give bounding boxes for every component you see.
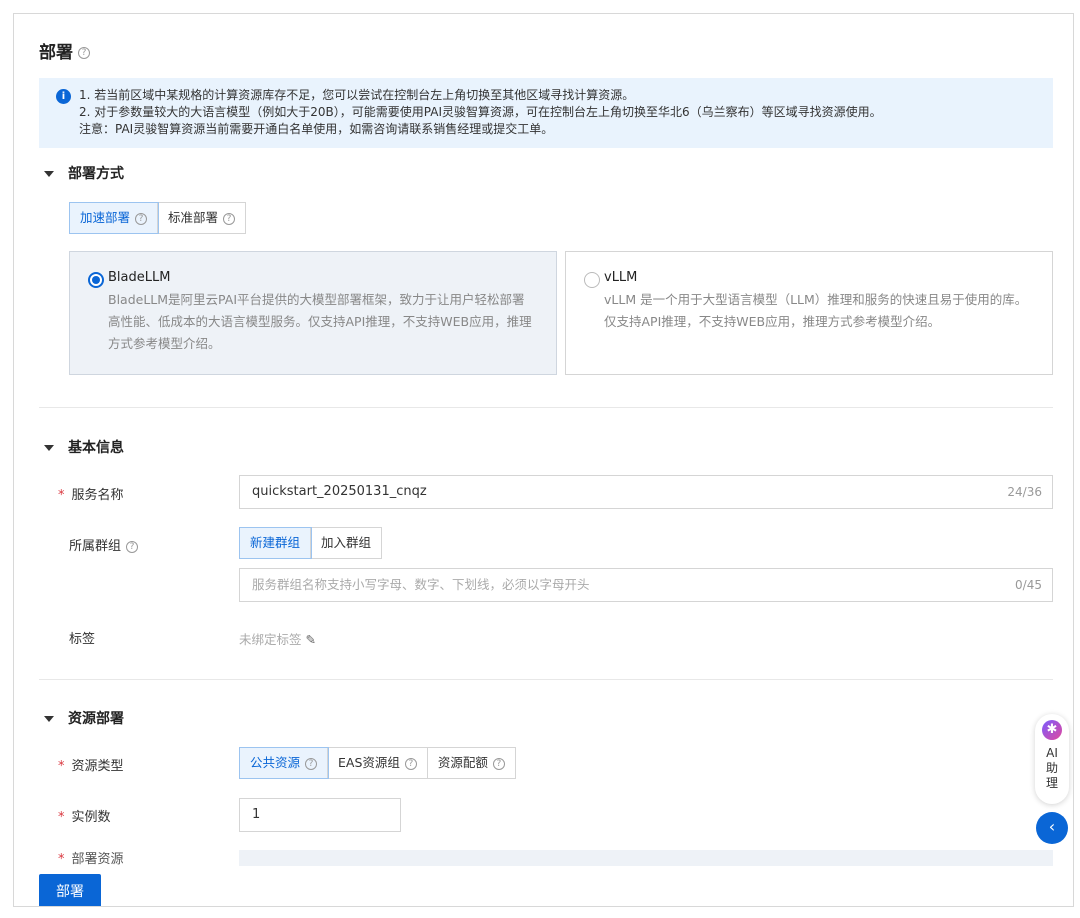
edit-icon[interactable]: ✎	[306, 632, 316, 647]
alert-line: 注意：PAI灵骏智算资源当前需要开通白名单使用，如需咨询请联系销售经理或提交工单…	[79, 122, 554, 136]
tab-label: 资源配额	[437, 755, 488, 770]
tab-join-group[interactable]: 加入群组	[311, 528, 381, 558]
help-icon[interactable]: ?	[305, 757, 318, 770]
tag-label: 标签	[69, 632, 96, 647]
service-name-input[interactable]: quickstart_20250131_cnqz 24/36	[239, 475, 1053, 509]
instances-input[interactable]: 1	[239, 798, 401, 832]
ai-label: AI	[1046, 746, 1058, 760]
deploy-method-tabs: 加速部署? 标准部署?	[68, 202, 247, 234]
tab-accelerated-deploy[interactable]: 加速部署?	[68, 202, 160, 234]
group-name-input[interactable]: 服务群组名称支持小写字母、数字、下划线，必须以字母开头 0/45	[239, 568, 1053, 602]
section-basic-info[interactable]: 基本信息	[44, 437, 124, 457]
tab-resource-quota[interactable]: 资源配额?	[428, 748, 515, 778]
section-resource[interactable]: 资源部署	[44, 708, 124, 728]
tag-text: 未绑定标签	[239, 632, 302, 647]
option-vllm[interactable]: vLLM vLLM 是一个用于大型语言模型（LLM）推理和服务的快速且易于使用的…	[565, 251, 1053, 375]
tab-new-group[interactable]: 新建群组	[238, 527, 313, 559]
char-count: 24/36	[1007, 485, 1042, 499]
help-icon[interactable]: ?	[126, 540, 139, 553]
resource-type-label: 资源类型	[69, 755, 124, 774]
section-title: 基本信息	[68, 440, 124, 456]
page-title: 部署?	[39, 38, 90, 63]
ai-label: 助	[1045, 761, 1058, 775]
caret-down-icon	[44, 445, 54, 451]
section-title: 资源部署	[68, 711, 124, 727]
info-icon: i	[56, 89, 71, 104]
help-icon[interactable]: ?	[223, 212, 236, 225]
alert-line: 2. 对于参数量较大的大语言模型（例如大于20B），可能需要使用PAI灵骏智算资…	[79, 105, 882, 119]
instances-value: 1	[252, 807, 261, 822]
tab-label: 标准部署	[168, 210, 219, 225]
tab-label: 公共资源	[250, 755, 301, 770]
footer-bar	[14, 874, 1073, 906]
caret-down-icon	[44, 171, 54, 177]
tab-public-resource[interactable]: 公共资源?	[238, 747, 330, 779]
deploy-resource-table	[239, 850, 1053, 866]
collapse-chevron-left-icon[interactable]: ‹	[1036, 812, 1068, 844]
help-icon[interactable]: ?	[135, 212, 148, 225]
service-name-value: quickstart_20250131_cnqz	[252, 484, 427, 499]
deploy-page: 部署? i 1. 若当前区域中某规格的计算资源库存不足，您可以尝试在控制台左上角…	[13, 13, 1074, 907]
ai-label: 理	[1045, 776, 1058, 790]
caret-down-icon	[44, 716, 54, 722]
group-label: 所属群组?	[69, 535, 139, 554]
deploy-button[interactable]: 部署	[39, 874, 101, 906]
ai-assistant-button[interactable]: ✱ AI 助 理	[1035, 714, 1069, 804]
service-name-label: 服务名称	[69, 484, 124, 503]
group-label-text: 所属群组	[69, 539, 122, 554]
ai-logo-icon: ✱	[1042, 720, 1062, 740]
group-tabs: 新建群组 加入群组	[238, 527, 383, 559]
help-icon[interactable]: ?	[492, 757, 505, 770]
divider	[39, 407, 1053, 408]
tab-standard-deploy[interactable]: 标准部署?	[158, 203, 245, 233]
page-title-text: 部署	[39, 43, 73, 63]
radio-selected[interactable]	[88, 272, 104, 288]
instances-label: 实例数	[69, 806, 111, 825]
deploy-resource-label: 部署资源	[69, 852, 124, 868]
info-alert: i 1. 若当前区域中某规格的计算资源库存不足，您可以尝试在控制台左上角切换至其…	[39, 78, 1053, 148]
char-count: 0/45	[1015, 578, 1042, 592]
option-desc: BladeLLM是阿里云PAI平台提供的大模型部署框架，致力于让用户轻松部署高性…	[108, 292, 532, 351]
help-icon[interactable]: ?	[404, 757, 417, 770]
option-name: vLLM	[604, 270, 638, 285]
radio[interactable]	[584, 272, 600, 288]
tab-label: EAS资源组	[338, 755, 400, 770]
tag-value[interactable]: 未绑定标签 ✎	[239, 629, 316, 648]
option-desc: vLLM 是一个用于大型语言模型（LLM）推理和服务的快速且易于使用的库。仅支持…	[604, 292, 1028, 329]
tab-eas-resource-group[interactable]: EAS资源组?	[328, 748, 428, 778]
divider	[39, 679, 1053, 680]
option-name: BladeLLM	[108, 270, 171, 285]
help-icon[interactable]: ?	[78, 47, 90, 59]
placeholder: 服务群组名称支持小写字母、数字、下划线，必须以字母开头	[252, 577, 590, 592]
section-deploy-method[interactable]: 部署方式	[44, 163, 124, 183]
resource-type-tabs: 公共资源? EAS资源组? 资源配额?	[238, 747, 516, 779]
section-title: 部署方式	[68, 166, 124, 182]
tab-label: 加速部署	[80, 210, 131, 225]
alert-line: 1. 若当前区域中某规格的计算资源库存不足，您可以尝试在控制台左上角切换至其他区…	[79, 88, 635, 102]
option-bladellm[interactable]: BladeLLM BladeLLM是阿里云PAI平台提供的大模型部署框架，致力于…	[69, 251, 557, 375]
